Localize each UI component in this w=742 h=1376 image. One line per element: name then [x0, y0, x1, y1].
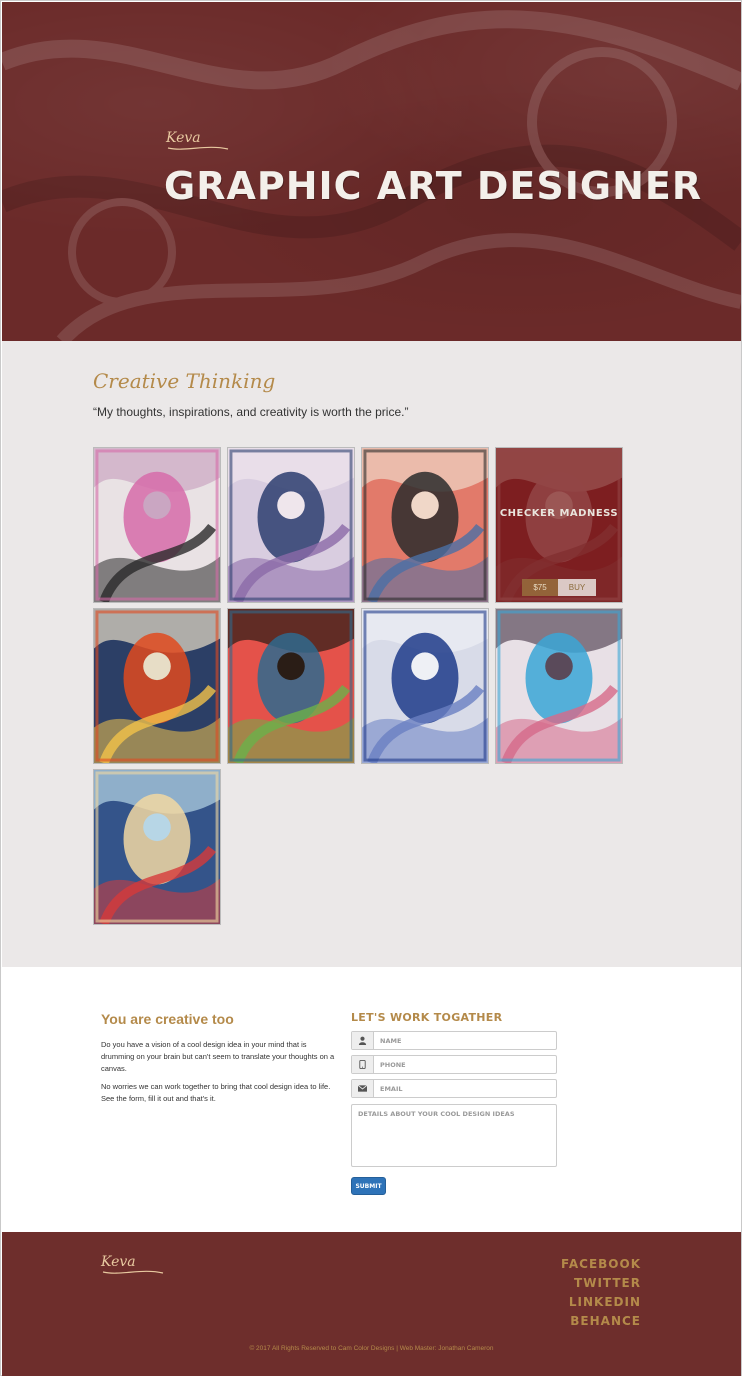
behance-link[interactable]: BEHANCE — [561, 1312, 641, 1331]
artwork-title: CHECKER MADNESS — [499, 507, 619, 519]
gallery-heading: Creative Thinking — [93, 369, 276, 393]
logo-flourish-icon — [102, 1270, 164, 1274]
form-heading: LET'S WORK TOGATHER — [351, 1011, 503, 1024]
logo-flourish-icon — [167, 146, 229, 150]
copyright-text: © 2017 All Rights Reserved to Cam Color … — [249, 1345, 494, 1352]
artwork-hover-overlay: CHECKER MADNESS $75 BUY — [496, 448, 622, 602]
artwork-thumbnail[interactable] — [93, 608, 221, 764]
name-input[interactable] — [374, 1032, 556, 1049]
linkedin-link[interactable]: LINKEDIN — [561, 1293, 641, 1312]
footer-logo[interactable]: Keva — [101, 1254, 164, 1274]
artwork-thumbnail[interactable] — [227, 447, 355, 603]
hero-banner: Keva GRAPHIC ART DESIGNER — [2, 2, 741, 341]
artwork-image — [94, 770, 220, 924]
artwork-thumbnail[interactable] — [93, 769, 221, 925]
contact-heading: You are creative too — [101, 1011, 234, 1027]
user-icon — [352, 1032, 374, 1049]
artwork-thumbnail[interactable] — [93, 447, 221, 603]
twitter-link[interactable]: TWITTER — [561, 1274, 641, 1293]
artwork-image — [362, 448, 488, 602]
details-textarea[interactable] — [351, 1104, 557, 1167]
phone-field — [351, 1055, 557, 1074]
artwork-thumbnail[interactable] — [495, 608, 623, 764]
contact-paragraph-1: Do you have a vision of a cool design id… — [101, 1040, 335, 1073]
artwork-thumbnail[interactable] — [361, 447, 489, 603]
email-field — [351, 1079, 557, 1098]
price-tag: $75 — [522, 579, 558, 596]
artwork-thumbnail[interactable] — [361, 608, 489, 764]
email-input[interactable] — [374, 1080, 556, 1097]
artwork-image — [94, 448, 220, 602]
artwork-thumbnail[interactable]: CHECKER MADNESS $75 BUY — [495, 447, 623, 603]
artwork-image — [496, 609, 622, 763]
envelope-icon — [352, 1080, 374, 1097]
submit-button[interactable]: SUBMIT — [351, 1177, 386, 1195]
facebook-link[interactable]: FACEBOOK — [561, 1255, 641, 1274]
gallery-section: Creative Thinking “My thoughts, inspirat… — [2, 341, 741, 967]
phone-input[interactable] — [374, 1056, 556, 1073]
contact-section: You are creative too Do you have a visio… — [2, 967, 741, 1232]
hero-title: GRAPHIC ART DESIGNER — [164, 164, 703, 208]
buy-button[interactable]: BUY — [558, 579, 596, 596]
artwork-image — [362, 609, 488, 763]
footer: Keva FACEBOOK TWITTER LINKEDIN BEHANCE ©… — [2, 1232, 741, 1376]
gallery-quote: “My thoughts, inspirations, and creativi… — [93, 405, 409, 419]
artwork-image — [94, 609, 220, 763]
social-links: FACEBOOK TWITTER LINKEDIN BEHANCE — [561, 1255, 641, 1331]
contact-paragraph-2: No worries we can work together to bring… — [101, 1082, 331, 1103]
artwork-thumbnail[interactable] — [227, 608, 355, 764]
artwork-image — [228, 448, 354, 602]
artwork-actions: $75 BUY — [522, 579, 596, 596]
name-field — [351, 1031, 557, 1050]
artwork-image — [228, 609, 354, 763]
hero-logo[interactable]: Keva — [166, 130, 229, 150]
phone-icon — [352, 1056, 374, 1073]
